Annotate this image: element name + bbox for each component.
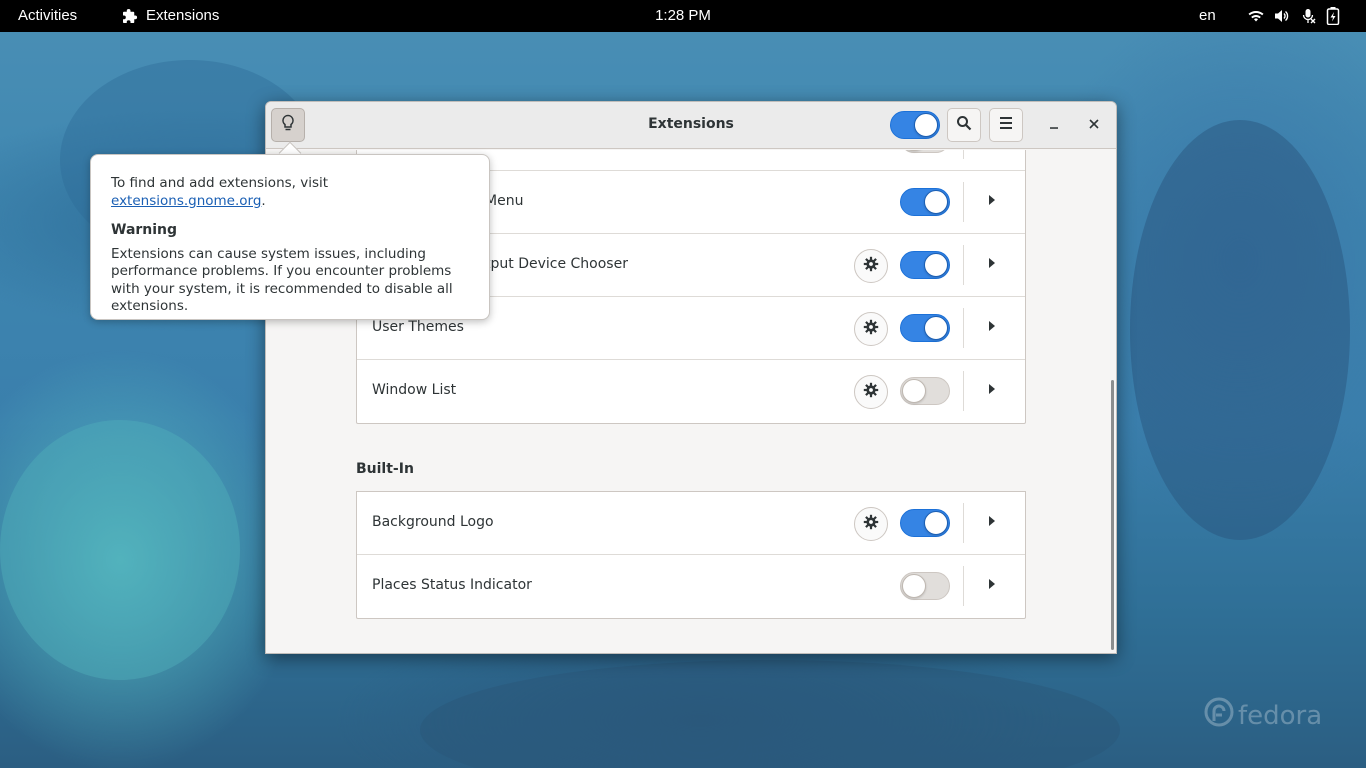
switch-knob	[902, 150, 926, 151]
volume-icon	[1274, 8, 1290, 24]
header-bar: Extensions	[266, 102, 1116, 149]
search-icon	[956, 115, 972, 135]
list-item[interactable]: Window List	[357, 360, 1025, 423]
expand-arrow-icon	[988, 194, 996, 210]
fedora-logo: fedora	[1204, 697, 1322, 734]
row-separator	[963, 182, 964, 222]
expand-button[interactable]	[985, 384, 999, 398]
row-separator	[963, 566, 964, 606]
switch-knob	[924, 316, 948, 340]
gear-icon	[863, 256, 879, 276]
extension-switch[interactable]	[900, 188, 950, 216]
gear-icon	[863, 514, 879, 534]
extensions-website-link[interactable]: extensions.gnome.org	[111, 193, 261, 209]
expand-button[interactable]	[985, 195, 999, 209]
row-separator	[963, 150, 964, 159]
extension-switch[interactable]	[900, 509, 950, 537]
row-separator	[963, 308, 964, 348]
extension-switch[interactable]	[900, 150, 950, 153]
extension-name: Menu	[485, 193, 524, 209]
main-menu-button[interactable]	[989, 108, 1023, 142]
row-separator	[963, 503, 964, 543]
search-button[interactable]	[947, 108, 981, 142]
list-item[interactable]: Places Status Indicator	[357, 555, 1025, 618]
switch-knob	[902, 574, 926, 598]
extension-name: Places Status Indicator	[372, 577, 532, 593]
activities-button[interactable]: Activities	[18, 7, 77, 24]
row-separator	[963, 245, 964, 285]
extension-name: tput Device Chooser	[485, 256, 628, 272]
global-extensions-switch[interactable]	[890, 111, 940, 139]
clock[interactable]: 1:28 PM	[655, 7, 711, 24]
extension-switch[interactable]	[900, 572, 950, 600]
builtin-extensions-list: Background Logo Places Status Indicator	[356, 491, 1026, 619]
gear-icon	[863, 319, 879, 339]
settings-button[interactable]	[854, 507, 888, 541]
switch-knob	[902, 379, 926, 403]
minimize-button[interactable]	[1042, 113, 1066, 137]
switch-knob	[914, 113, 938, 137]
expand-button[interactable]	[985, 579, 999, 593]
popover-intro: To find and add extensions, visit extens…	[111, 175, 469, 210]
warning-text: Extensions can cause system issues, incl…	[111, 245, 453, 315]
gear-icon	[863, 382, 879, 402]
expand-arrow-icon	[988, 515, 996, 531]
scrollbar[interactable]	[1111, 380, 1114, 650]
wifi-icon	[1248, 8, 1264, 24]
app-menu[interactable]: Extensions	[123, 7, 219, 24]
top-bar: Activities Extensions 1:28 PM en	[0, 0, 1366, 32]
expand-arrow-icon	[988, 578, 996, 594]
popover-intro-text: To find and add extensions, visit	[111, 175, 329, 191]
extension-switch[interactable]	[900, 314, 950, 342]
switch-knob	[924, 253, 948, 277]
extension-switch[interactable]	[900, 377, 950, 405]
extension-name: Window List	[372, 382, 457, 398]
close-icon	[1089, 117, 1099, 133]
minimize-icon	[1049, 117, 1059, 133]
info-popover: To find and add extensions, visit extens…	[90, 154, 490, 320]
extension-switch[interactable]	[900, 251, 950, 279]
warning-title: Warning	[111, 222, 178, 238]
battery-icon	[1326, 7, 1340, 25]
wallpaper-shape	[420, 660, 1120, 768]
switch-knob	[924, 511, 948, 535]
list-item[interactable]: Background Logo	[357, 492, 1025, 555]
hamburger-menu-icon	[999, 117, 1013, 133]
language-indicator[interactable]: en	[1199, 7, 1216, 24]
fedora-logo-icon	[1204, 697, 1234, 734]
settings-button[interactable]	[854, 375, 888, 409]
extension-name: User Themes	[372, 319, 464, 335]
popover-intro-suffix: .	[261, 192, 266, 209]
puzzle-icon	[123, 8, 138, 23]
wallpaper-shape	[1130, 120, 1350, 540]
row-separator	[963, 371, 964, 411]
extension-name: Background Logo	[372, 514, 494, 530]
expand-arrow-icon	[988, 383, 996, 399]
expand-button[interactable]	[985, 258, 999, 272]
expand-arrow-icon	[988, 257, 996, 273]
mic-muted-icon	[1300, 8, 1316, 24]
settings-button[interactable]	[854, 249, 888, 283]
expand-button[interactable]	[985, 516, 999, 530]
switch-knob	[924, 190, 948, 214]
lightbulb-icon	[280, 114, 296, 136]
settings-button[interactable]	[854, 312, 888, 346]
info-button[interactable]	[271, 108, 305, 142]
expand-arrow-icon	[988, 320, 996, 336]
fedora-wordmark: fedora	[1238, 700, 1323, 731]
builtin-section-title: Built-In	[356, 461, 414, 477]
app-name: Extensions	[146, 7, 220, 24]
system-tray[interactable]	[1248, 7, 1340, 25]
close-button[interactable]	[1082, 113, 1106, 137]
wallpaper-shape	[0, 420, 240, 680]
expand-button[interactable]	[985, 321, 999, 335]
